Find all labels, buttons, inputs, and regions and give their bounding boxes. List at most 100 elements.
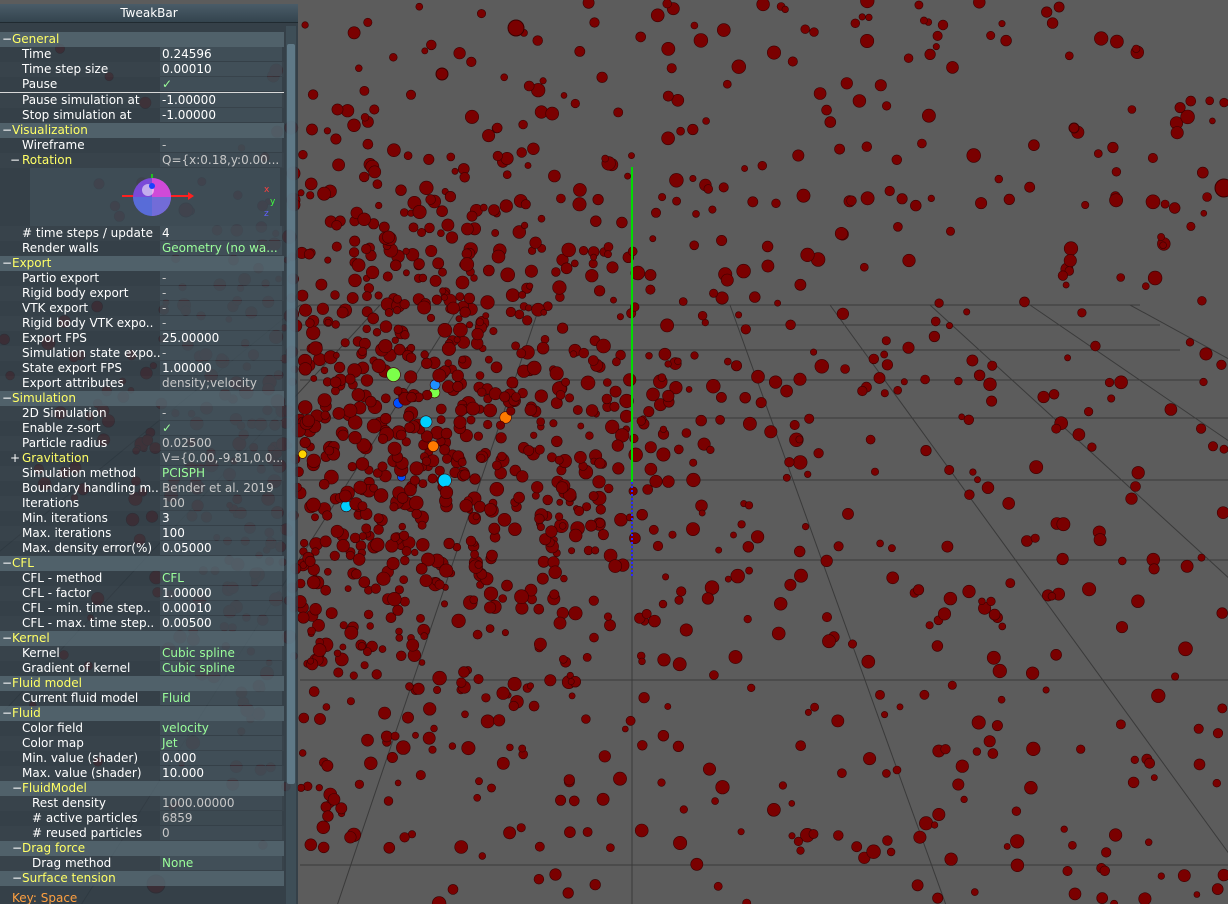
group-general[interactable]: − General [0,32,284,47]
var-wireframe[interactable]: Wireframe - [0,138,284,153]
var-render-walls[interactable]: Render walls Geometry (no wa... [0,241,284,256]
var-value[interactable]: 0.00500 [160,616,282,630]
var-value[interactable]: 0.05000 [160,541,282,555]
var-value[interactable]: 0.00010 [160,62,282,76]
collapse-icon[interactable]: − [2,631,12,646]
var-value[interactable]: 3 [160,511,282,525]
collapse-icon[interactable]: − [12,871,22,886]
var-rotation[interactable]: − Rotation Q={x:0.18,y:0.00... [0,153,284,168]
var-value[interactable]: - [160,406,282,420]
var-value[interactable]: CFL [160,571,282,585]
var-gradient-of-kernel[interactable]: Gradient of kernel Cubic spline [0,661,284,676]
var-value[interactable]: Geometry (no wa... [160,241,282,255]
var-export-fps[interactable]: Export FPS 25.00000 [0,331,284,346]
group-surface-tension[interactable]: − Surface tension [0,871,284,886]
var-value[interactable]: -1.00000 [160,93,282,107]
var-stop-simulation-at[interactable]: Stop simulation at -1.00000 [0,108,284,123]
var-cfl-min-time-step[interactable]: CFL - min. time step.. 0.00010 [0,601,284,616]
var-state-export-fps[interactable]: State export FPS 1.00000 [0,361,284,376]
var-active-particles[interactable]: # active particles 6859 [0,811,284,826]
group-simulation[interactable]: − Simulation [0,391,284,406]
var-export-attributes[interactable]: Export attributes density;velocity [0,376,284,391]
var-color-field[interactable]: Color field velocity [0,721,284,736]
var-value[interactable]: Fluid [160,691,282,705]
var-simulation-state-expo[interactable]: Simulation state expo.. - [0,346,284,361]
var-boundary-handling-m[interactable]: Boundary handling m.. Bender et al. 2019 [0,481,284,496]
collapse-icon[interactable]: − [2,676,12,691]
var-time[interactable]: Time 0.24596 [0,47,284,62]
var-value[interactable]: velocity [160,721,282,735]
group-cfl[interactable]: − CFL [0,556,284,571]
var-kernel[interactable]: Kernel Cubic spline [0,646,284,661]
var-max-value-shader[interactable]: Max. value (shader) 10.000 [0,766,284,781]
var-value[interactable]: 1.00000 [160,586,282,600]
checkmark-icon[interactable]: ✓ [160,421,282,435]
var-time-step-size[interactable]: Time step size 0.00010 [0,62,284,77]
var-color-map[interactable]: Color map Jet [0,736,284,751]
var-min-value-shader[interactable]: Min. value (shader) 0.000 [0,751,284,766]
var-value[interactable]: Cubic spline [160,646,282,660]
var-value[interactable]: - [160,316,282,330]
var-value[interactable]: PCISPH [160,466,282,480]
var-partio-export[interactable]: Partio export - [0,271,284,286]
scrollbar-thumb[interactable] [287,44,295,784]
group-visualization[interactable]: − Visualization [0,123,284,138]
var-max-iterations[interactable]: Max. iterations 100 [0,526,284,541]
var-value[interactable]: None [160,856,282,870]
tweakbar-scrollbar[interactable] [286,26,296,904]
var-pause[interactable]: Pause ✓ [0,77,284,93]
collapse-icon[interactable]: − [2,123,12,138]
group-fluid-model[interactable]: − Fluid model [0,676,284,691]
var-value[interactable]: 100 [160,526,282,540]
var-value[interactable]: Cubic spline [160,661,282,675]
var-value[interactable]: 1.00000 [160,361,282,375]
var-particle-radius[interactable]: Particle radius 0.02500 [0,436,284,451]
group-fluidmodel[interactable]: − FluidModel [0,781,284,796]
collapse-icon[interactable]: − [12,781,22,796]
group-export[interactable]: − Export [0,256,284,271]
var-value[interactable]: - [160,301,282,315]
expand-icon[interactable]: + [10,451,20,466]
var-value[interactable]: - [160,286,282,300]
var-2d-simulation[interactable]: 2D Simulation - [0,406,284,421]
collapse-icon[interactable]: − [2,32,12,47]
var-rigid-body-export[interactable]: Rigid body export - [0,286,284,301]
collapse-icon[interactable]: − [10,153,20,168]
var-enable-z-sort[interactable]: Enable z-sort ✓ [0,421,284,436]
var-value[interactable]: 4 [160,226,282,240]
var-max-density-error[interactable]: Max. density error(%) 0.05000 [0,541,284,556]
var-value[interactable]: 25.00000 [160,331,282,345]
var-cfl-method[interactable]: CFL - method CFL [0,571,284,586]
var-value[interactable]: Jet [160,736,282,750]
var-cfl-factor[interactable]: CFL - factor 1.00000 [0,586,284,601]
var-simulation-method[interactable]: Simulation method PCISPH [0,466,284,481]
var-iterations[interactable]: Iterations 100 [0,496,284,511]
var-value[interactable]: 0.24596 [160,47,282,61]
var-value[interactable]: -1.00000 [160,108,282,122]
var-rest-density[interactable]: Rest density 1000.00000 [0,796,284,811]
collapse-icon[interactable]: − [2,556,12,571]
var-time-steps-update[interactable]: # time steps / update 4 [0,226,284,241]
collapse-icon[interactable]: − [2,391,12,406]
var-value[interactable]: 0.000 [160,751,282,765]
var-cfl-max-time-step[interactable]: CFL - max. time step.. 0.00500 [0,616,284,631]
checkmark-icon[interactable]: ✓ [160,77,282,91]
var-reused-particles[interactable]: # reused particles 0 [0,826,284,841]
var-value[interactable]: 0.00010 [160,601,282,615]
tweakbar-panel[interactable]: TweakBar − General Time 0.24596 Time step si… [0,4,298,904]
rotation-sphere-icon[interactable] [122,174,194,216]
var-value[interactable]: - [160,138,282,152]
group-drag-force[interactable]: − Drag force [0,841,284,856]
collapse-icon[interactable]: − [2,706,12,721]
var-vtk-export[interactable]: VTK export - [0,301,284,316]
var-pause-simulation-at[interactable]: Pause simulation at -1.00000 [0,93,284,108]
group-fluid[interactable]: − Fluid [0,706,284,721]
var-min-iterations[interactable]: Min. iterations 3 [0,511,284,526]
var-value[interactable]: - [160,346,282,360]
var-gravitation[interactable]: + Gravitation V={0.00,-9.81,0.0... [0,451,284,466]
var-value[interactable]: 10.000 [160,766,282,780]
group-kernel[interactable]: − Kernel [0,631,284,646]
var-value[interactable]: - [160,271,282,285]
collapse-icon[interactable]: − [2,256,12,271]
var-current-fluid-model[interactable]: Current fluid model Fluid [0,691,284,706]
